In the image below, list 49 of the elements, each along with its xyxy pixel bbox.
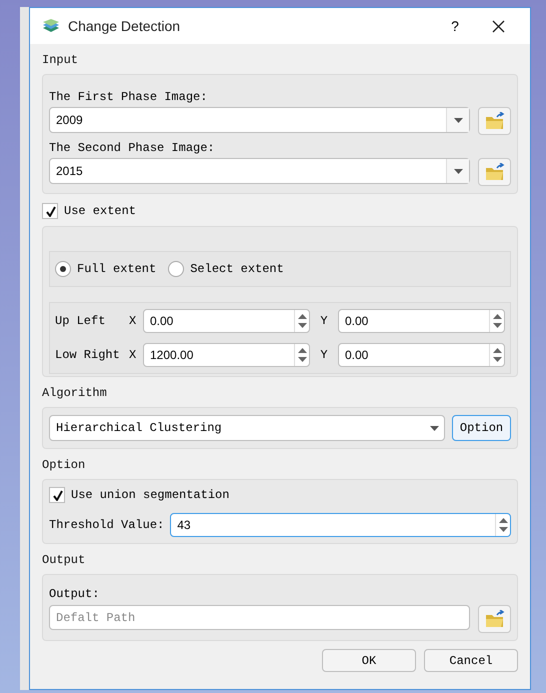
dialog-button[interactable]: OK [322, 649, 416, 672]
image-dropdown[interactable]: 2009 [49, 107, 470, 133]
layers-icon [42, 19, 60, 33]
section-title: Input [42, 52, 80, 69]
spin-arrows-icon [298, 348, 306, 362]
image-dropdown[interactable]: 2015 [49, 158, 470, 184]
option-button[interactable]: Option [452, 415, 511, 441]
field-label: Threshold Value: [49, 517, 164, 534]
spin-arrows-icon [298, 314, 306, 328]
spin-arrows-icon [492, 314, 502, 328]
radio-label: Select extent [190, 261, 284, 278]
section-title: Output [42, 552, 86, 569]
checkbox[interactable] [49, 487, 65, 503]
help-button[interactable]: ? [440, 16, 470, 36]
checkbox-label: Use extent [64, 203, 136, 220]
threshold-spinbox[interactable]: 43 [170, 513, 511, 537]
radio-label: Full extent [77, 261, 156, 278]
y-spinbox[interactable]: 0.00 [338, 343, 505, 367]
section-title: Algorithm [42, 385, 108, 402]
x-spinbox[interactable]: 0.00 [143, 309, 310, 333]
field-label: The Second Phase Image: [49, 140, 216, 157]
spin-arrows-icon [498, 518, 508, 532]
folder-icon [484, 163, 504, 181]
radio-button[interactable] [168, 261, 184, 277]
folder-icon [484, 112, 504, 130]
section-title: Option [42, 457, 86, 474]
y-spinbox[interactable]: 0.00 [338, 309, 505, 333]
checkbox-label: Use union segmentation [71, 487, 230, 504]
x-spinbox[interactable]: 1200.00 [143, 343, 310, 367]
checkbox[interactable] [42, 203, 58, 219]
axis-label: Y [319, 347, 329, 364]
axis-label: Y [319, 313, 329, 330]
axis-label: X [129, 347, 138, 364]
radio-button[interactable] [55, 261, 71, 277]
dropdown-arrow-icon [454, 118, 462, 122]
dropdown-arrow-icon [454, 168, 462, 174]
algorithm-dropdown[interactable]: Hierarchical Clustering [49, 415, 445, 441]
axis-label: X [129, 313, 138, 330]
dialog-button[interactable]: Cancel [424, 649, 518, 672]
window-title: Change Detection [68, 16, 182, 36]
folder-icon [484, 610, 504, 628]
spin-arrows-icon [492, 348, 502, 362]
field-label: The First Phase Image: [49, 89, 208, 106]
dropdown-arrow-icon [430, 426, 438, 430]
coordinate-label: Up Left [55, 313, 106, 330]
field-label: Output: [49, 586, 100, 603]
coordinate-label: Low Right [55, 347, 121, 364]
close-icon [492, 20, 504, 32]
output-path-field[interactable]: Defalt Path [49, 605, 470, 630]
